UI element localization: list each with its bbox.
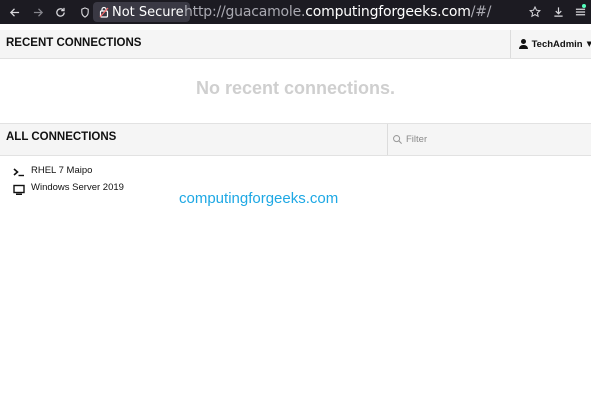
reload-button[interactable] xyxy=(51,3,69,21)
address-bar[interactable]: http://guacamole. computingforgeeks.com/#… xyxy=(184,2,492,22)
recent-connections-panel: No recent connections. xyxy=(0,58,591,123)
search-icon xyxy=(393,135,403,145)
terminal-icon xyxy=(13,168,24,177)
no-recent-message: No recent connections. xyxy=(195,78,396,98)
username-label: TechAdmin xyxy=(531,38,583,50)
all-connections-title: ALL CONNECTIONS xyxy=(6,131,117,143)
filter-input[interactable] xyxy=(406,134,576,145)
shield-icon xyxy=(81,6,89,18)
download-icon xyxy=(553,7,563,17)
hamburger-menu-icon xyxy=(575,8,585,16)
update-badge xyxy=(582,4,586,8)
lock-warning-icon xyxy=(99,6,109,18)
downloads-button[interactable] xyxy=(549,3,567,21)
url-prefix: http://guacamole. xyxy=(184,4,306,20)
arrow-left-icon xyxy=(9,7,19,17)
connection-label: Windows Server 2019 xyxy=(31,182,124,193)
url-suffix: /#/ xyxy=(470,4,492,20)
filter-field[interactable] xyxy=(387,124,591,155)
chevron-down-icon: ▼ xyxy=(586,40,591,48)
app-menu-button[interactable] xyxy=(571,3,589,21)
arrow-right-icon xyxy=(33,7,43,17)
url-host: computingforgeeks.com xyxy=(305,4,471,20)
not-secure-label: Not Secure xyxy=(112,4,184,20)
star-icon xyxy=(529,6,541,18)
back-button[interactable] xyxy=(5,3,23,21)
browser-toolbar: Not Secure http://guacamole. computingfor… xyxy=(0,0,591,24)
user-icon xyxy=(518,39,528,49)
bookmark-button[interactable] xyxy=(526,3,544,21)
recent-connections-title: RECENT CONNECTIONS xyxy=(6,37,142,49)
site-security-indicator[interactable]: Not Secure xyxy=(93,2,190,22)
reload-icon xyxy=(55,7,65,17)
desktop-monitor-icon xyxy=(13,184,25,195)
user-menu[interactable]: TechAdmin ▼ xyxy=(510,30,591,58)
forward-button[interactable] xyxy=(29,3,47,21)
recent-connections-header: RECENT CONNECTIONS xyxy=(0,30,591,59)
tracking-protection-button[interactable] xyxy=(76,3,94,21)
connection-label: RHEL 7 Maipo xyxy=(31,165,93,176)
watermark-text: computingforgeeks.com xyxy=(179,190,339,207)
all-connections-header: ALL CONNECTIONS xyxy=(0,123,591,156)
